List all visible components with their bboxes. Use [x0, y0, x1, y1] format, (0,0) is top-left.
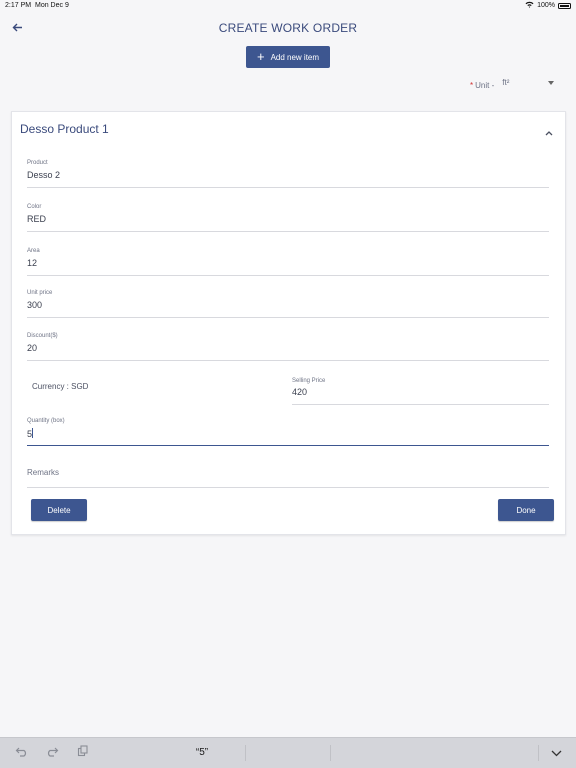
product-card-header[interactable]: Desso Product 1 — [12, 112, 565, 144]
quantity-field[interactable]: Quantity (box) 5 — [27, 418, 549, 446]
text-caret — [32, 428, 34, 438]
status-bar: 2:17 PM Mon Dec 9 100% — [0, 0, 576, 13]
keyboard-shortcut-bar: “5” — [0, 737, 576, 768]
status-right: 100% — [525, 1, 571, 10]
redo-button[interactable] — [44, 746, 60, 760]
selling-price-field[interactable]: Selling Price 420 — [292, 378, 549, 405]
unit-label: Unit - — [475, 80, 495, 90]
discount-field-label: Discount($) — [27, 333, 58, 339]
battery-icon — [558, 2, 571, 9]
add-new-item-label: Add new item — [270, 52, 320, 62]
area-field-value: 12 — [27, 258, 38, 268]
area-field-label: Area — [27, 248, 40, 254]
product-field-label: Product — [27, 160, 48, 166]
color-field-label: Color — [27, 204, 42, 210]
remarks-label: Remarks — [27, 468, 60, 477]
remarks-field[interactable]: Remarks — [27, 464, 549, 488]
discount-field[interactable]: Discount($) 20 — [27, 333, 549, 361]
quantity-field-value-wrap: 5 — [27, 428, 34, 439]
paste-button[interactable] — [75, 744, 91, 762]
chevron-up-icon — [545, 123, 553, 140]
toolbar-divider — [538, 745, 539, 761]
suggestion-divider — [330, 745, 331, 761]
chevron-down-icon — [548, 81, 555, 85]
autocorrect-suggestion[interactable]: “5” — [160, 747, 244, 758]
product-card: Desso Product 1 Product Desso 2 Color RE… — [11, 111, 566, 535]
discount-field-value: 20 — [27, 343, 38, 353]
area-field[interactable]: Area 12 — [27, 248, 549, 276]
chevron-down-icon — [551, 744, 562, 762]
header: CREATE WORK ORDER — [0, 15, 576, 41]
suggestion-divider — [245, 745, 246, 761]
undo-button[interactable] — [14, 746, 30, 760]
paste-icon — [77, 744, 89, 762]
unit-selector-row: * Unit - ft² — [470, 78, 566, 92]
page-title: CREATE WORK ORDER — [218, 21, 358, 35]
currency-label: Currency : SGD — [32, 382, 89, 391]
selling-price-value: 420 — [292, 387, 308, 397]
redo-icon — [45, 744, 59, 762]
status-time: 2:17 PM — [5, 2, 32, 9]
required-mark: * — [470, 80, 474, 90]
delete-button[interactable]: Delete — [31, 499, 87, 521]
color-field-value: RED — [27, 214, 47, 224]
product-field-value: Desso 2 — [27, 170, 61, 180]
product-field[interactable]: Product Desso 2 — [27, 160, 549, 188]
selling-price-label: Selling Price — [292, 378, 326, 384]
unit-price-field-value: 300 — [27, 300, 43, 310]
undo-icon — [15, 744, 29, 762]
product-card-title: Desso Product 1 — [20, 122, 109, 136]
collapse-button[interactable] — [545, 123, 555, 136]
unit-dropdown[interactable]: ft² — [502, 78, 558, 92]
wifi-icon — [525, 1, 534, 10]
unit-value: ft² — [502, 78, 510, 87]
unit-price-field[interactable]: Unit price 300 — [27, 290, 549, 318]
battery-percent: 100% — [537, 2, 555, 9]
done-button[interactable]: Done — [498, 499, 554, 521]
dismiss-keyboard-button[interactable] — [548, 746, 564, 760]
color-field[interactable]: Color RED — [27, 204, 549, 232]
add-new-item-button[interactable]: + Add new item — [246, 46, 330, 68]
status-date: Mon Dec 9 — [35, 2, 69, 9]
quantity-field-label: Quantity (box) — [27, 418, 65, 424]
unit-price-field-label: Unit price — [27, 290, 53, 296]
plus-icon: + — [256, 49, 265, 64]
